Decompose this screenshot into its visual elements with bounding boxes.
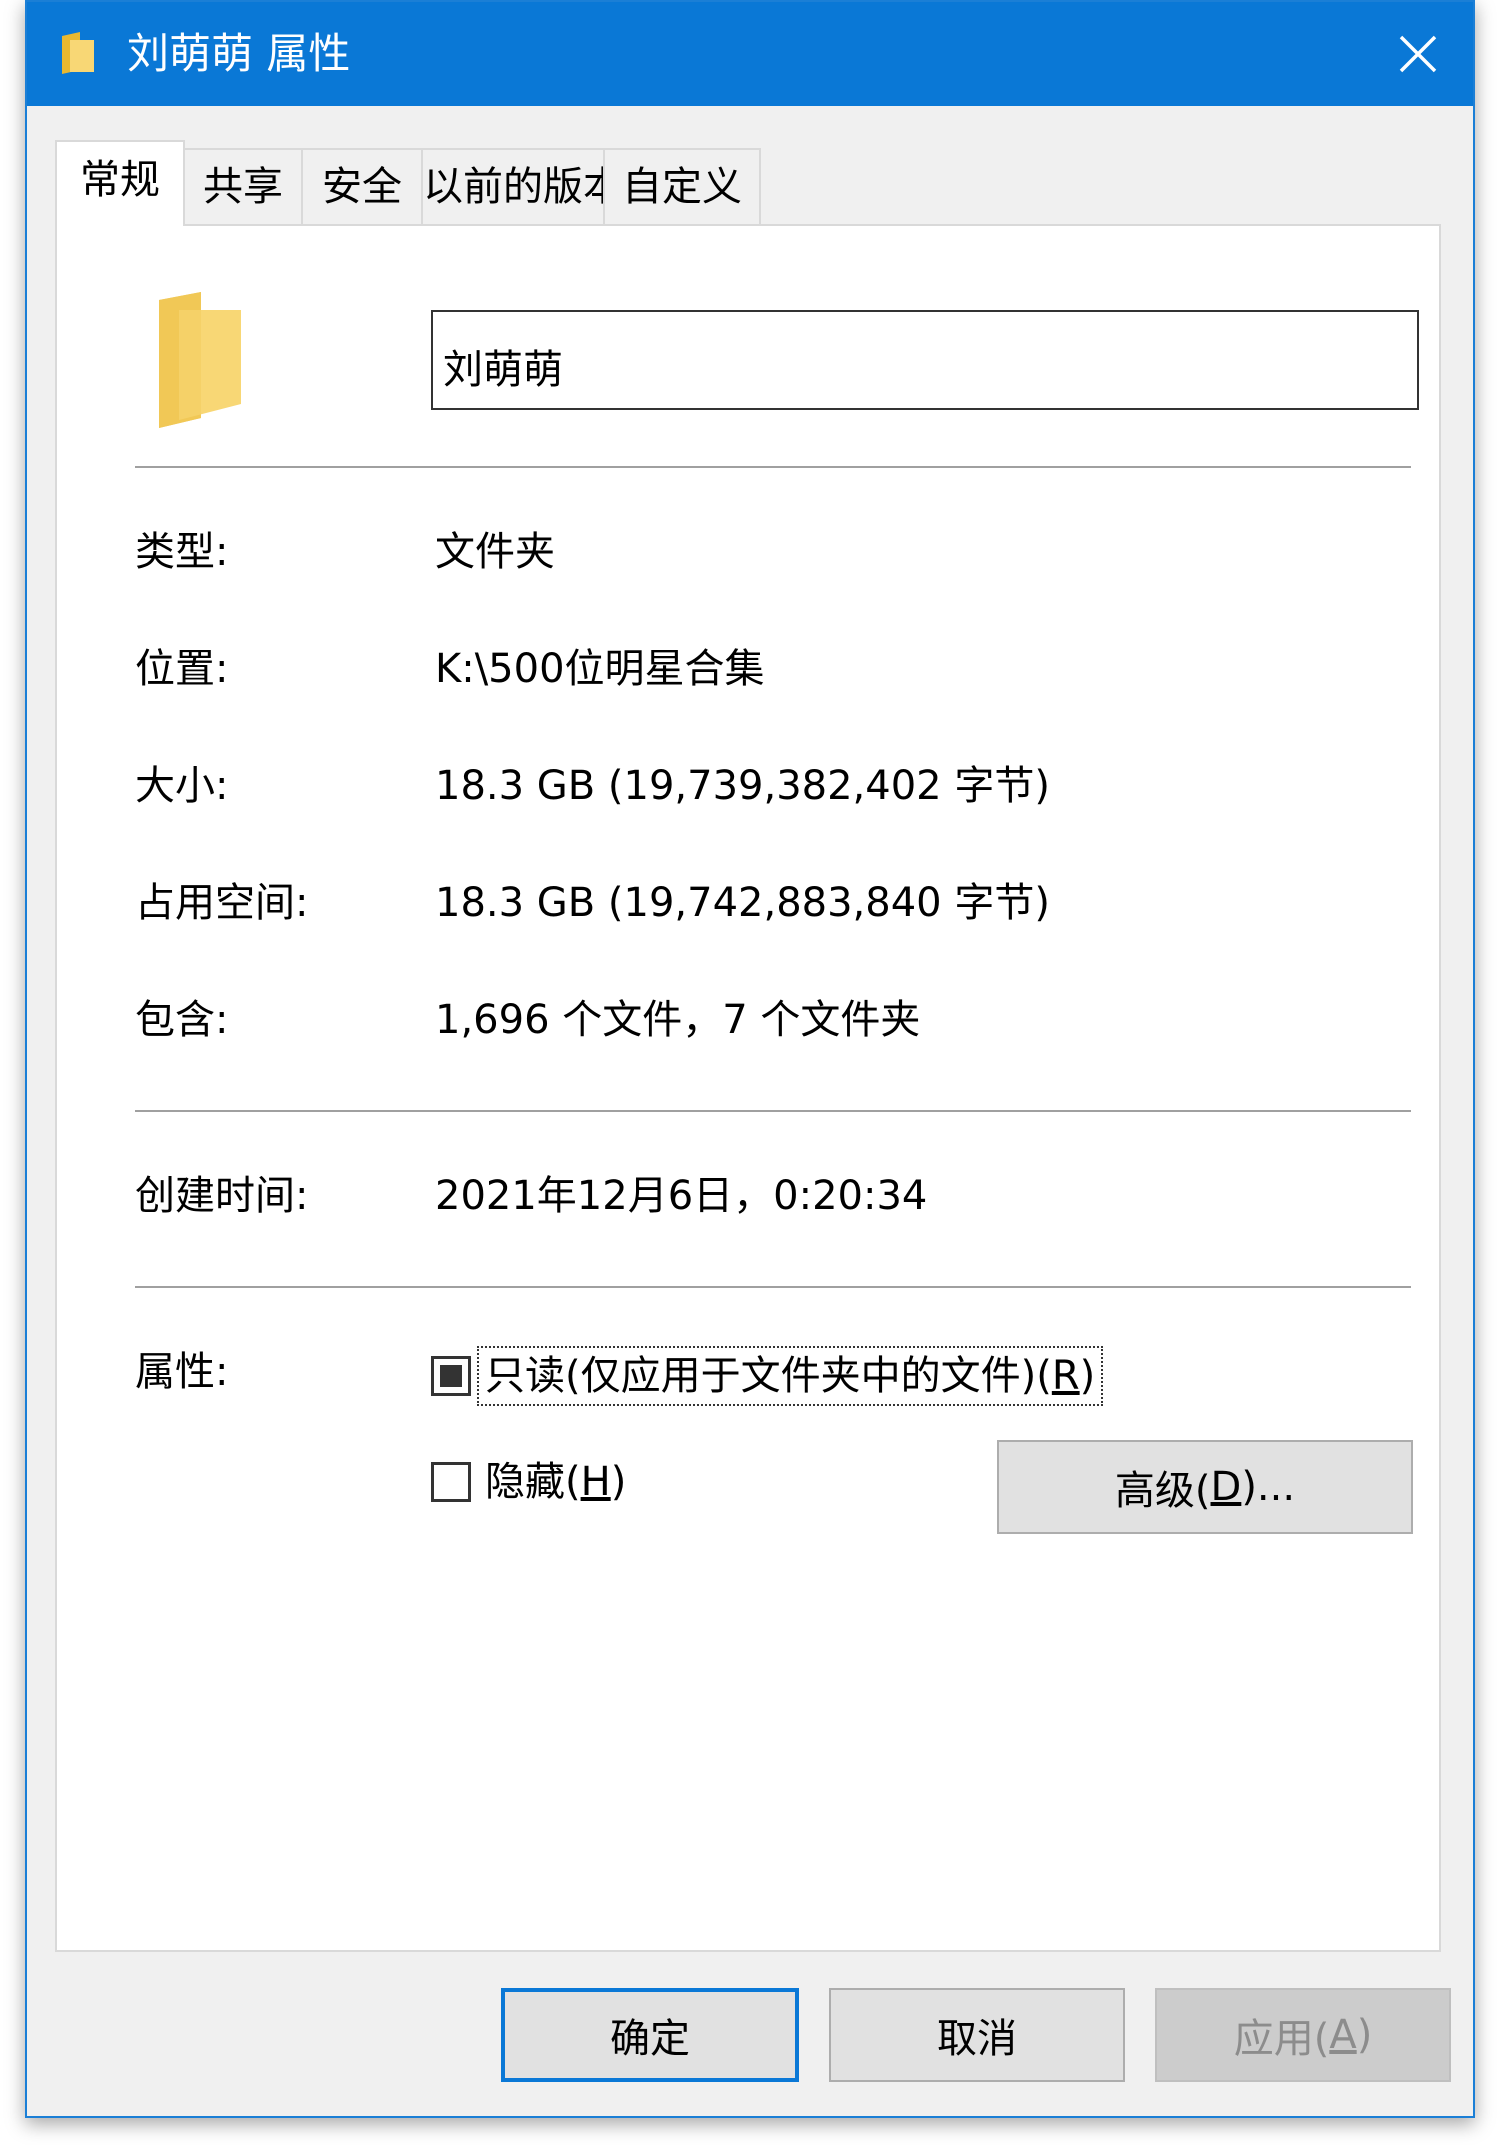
readonly-checkbox[interactable] xyxy=(431,1356,471,1396)
readonly-checkbox-row[interactable]: 只读(仅应用于文件夹中的文件)(R) xyxy=(431,1346,1104,1406)
attributes-label: 属性: xyxy=(135,1349,229,1395)
advanced-button[interactable]: 高级(D)... xyxy=(997,1440,1413,1534)
tab-sharing[interactable]: 共享 xyxy=(183,148,303,224)
ok-button[interactable]: 确定 xyxy=(501,1988,799,2082)
hidden-checkbox[interactable] xyxy=(431,1462,471,1502)
folder-name-input[interactable] xyxy=(431,310,1419,410)
title-bar[interactable]: 刘萌萌 属性 xyxy=(27,2,1473,106)
hidden-label: 隐藏(H) xyxy=(485,1459,627,1505)
type-label: 类型: xyxy=(135,529,229,575)
type-value: 文件夹 xyxy=(435,529,555,575)
properties-window: 刘萌萌 属性 常规 共享 安全 以前的版本 自定义 类型: 文件夹 位置: K:… xyxy=(25,0,1475,2118)
window-title: 刘萌萌 属性 xyxy=(127,29,351,78)
size-on-disk-value: 18.3 GB (19,742,883,840 字节) xyxy=(435,880,1050,926)
hidden-checkbox-row[interactable]: 隐藏(H) xyxy=(431,1456,630,1508)
folder-icon xyxy=(62,32,94,74)
tab-general[interactable]: 常规 xyxy=(55,140,185,226)
readonly-label: 只读(仅应用于文件夹中的文件)(R) xyxy=(476,1346,1104,1406)
divider xyxy=(135,1110,1411,1112)
close-button[interactable] xyxy=(1363,2,1473,106)
size-value: 18.3 GB (19,739,382,402 字节) xyxy=(435,763,1050,809)
divider xyxy=(135,1286,1411,1288)
tab-previous-versions[interactable]: 以前的版本 xyxy=(421,148,623,224)
apply-button[interactable]: 应用(A) xyxy=(1155,1988,1451,2082)
divider xyxy=(135,466,1411,468)
tab-customize[interactable]: 自定义 xyxy=(603,148,761,224)
close-icon xyxy=(1399,35,1437,73)
tab-security[interactable]: 安全 xyxy=(301,148,423,224)
contains-value: 1,696 个文件，7 个文件夹 xyxy=(435,997,921,1043)
size-on-disk-label: 占用空间: xyxy=(135,880,309,926)
size-label: 大小: xyxy=(135,763,229,809)
created-value: 2021年12月6日，0:20:34 xyxy=(435,1173,928,1219)
location-value: K:\500位明星合集 xyxy=(435,646,765,692)
created-label: 创建时间: xyxy=(135,1173,309,1219)
location-label: 位置: xyxy=(135,646,229,692)
general-panel: 类型: 文件夹 位置: K:\500位明星合集 大小: 18.3 GB (19,… xyxy=(55,224,1441,1952)
contains-label: 包含: xyxy=(135,997,229,1043)
folder-icon xyxy=(159,292,241,428)
cancel-button[interactable]: 取消 xyxy=(829,1988,1125,2082)
